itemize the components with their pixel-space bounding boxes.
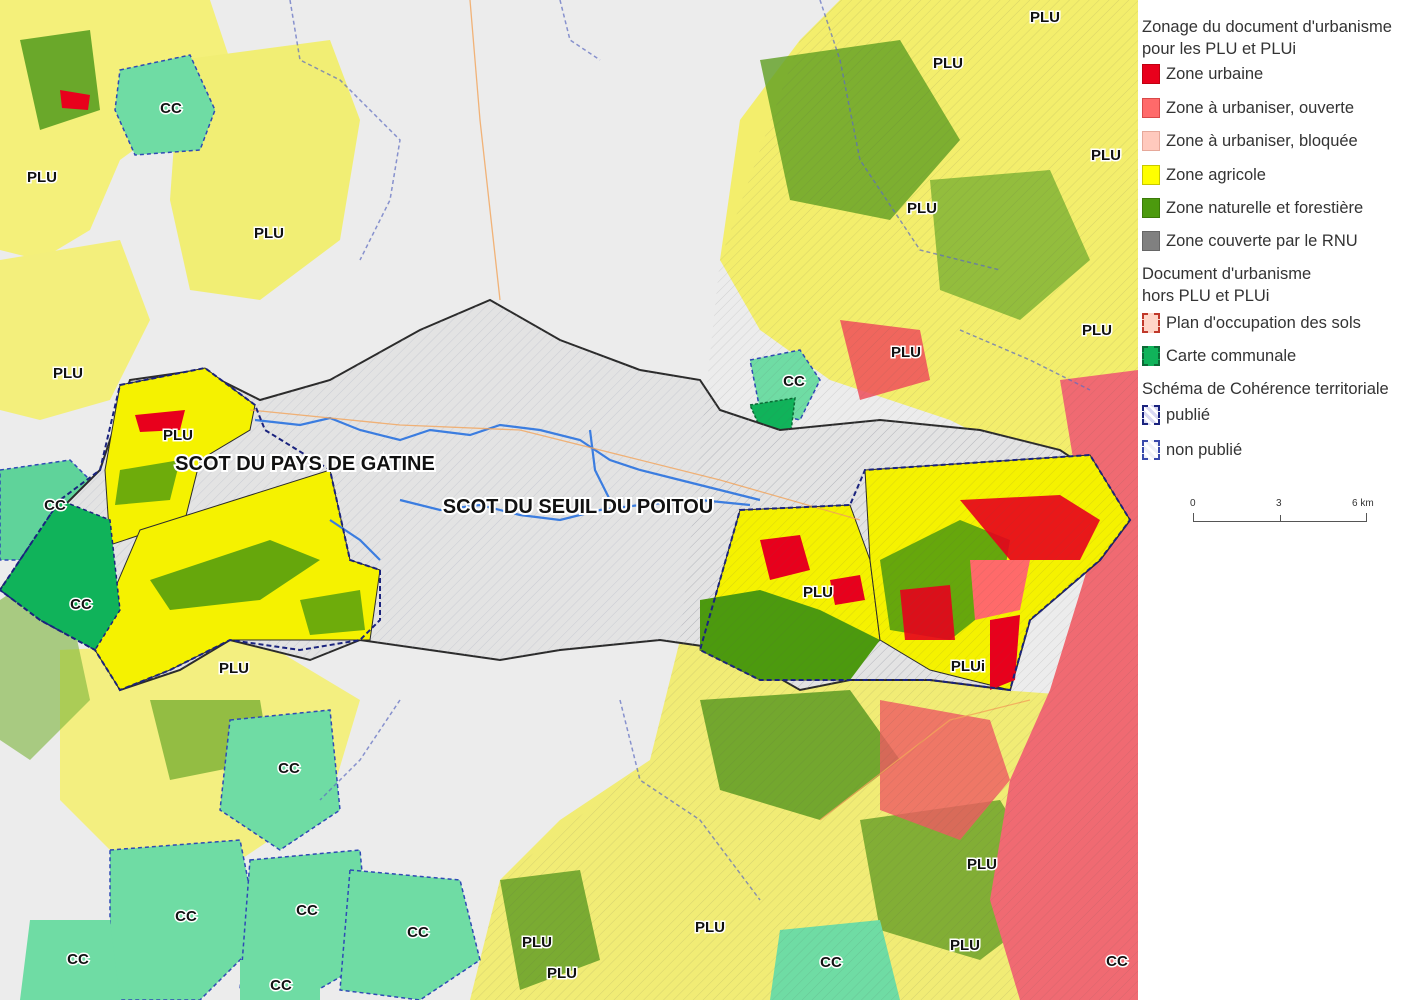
cc-label: CC bbox=[270, 977, 292, 994]
legend-title-scot: Schéma de Cohérence territoriale bbox=[1142, 380, 1389, 398]
plu-label: PLU bbox=[803, 584, 833, 601]
plu-label: PLU bbox=[695, 919, 725, 936]
scot-label-poitou: SCOT DU SEUIL DU POITOU bbox=[443, 496, 713, 518]
plu-label: PLU bbox=[1030, 9, 1060, 26]
plu-label: PLU bbox=[967, 856, 997, 873]
legend-title-docs: Document d'urbanisme hors PLU et PLUi bbox=[1142, 265, 1312, 305]
cc-label: CC bbox=[44, 497, 66, 514]
legend-label: Carte communale bbox=[1166, 346, 1297, 365]
plu-label: PLU bbox=[219, 660, 249, 677]
legend-item-pos: Plan d'occupation des sols bbox=[1142, 312, 1361, 334]
swatch-zone-agricole bbox=[1142, 165, 1160, 185]
legend-label: Plan d'occupation des sols bbox=[1166, 313, 1361, 332]
legend-label: Zone naturelle et forestière bbox=[1166, 198, 1364, 217]
scale-bar bbox=[1193, 513, 1367, 522]
plu-label: PLU bbox=[907, 200, 937, 217]
plu-label: PLU bbox=[522, 934, 552, 951]
legend-item-zone-agricole: Zone agricole bbox=[1142, 164, 1266, 186]
cc-label: CC bbox=[820, 954, 842, 971]
legend-label: Zone urbaine bbox=[1166, 64, 1264, 83]
plu-label: PLU bbox=[933, 55, 963, 72]
legend-item-scot-publie: publié bbox=[1142, 404, 1210, 426]
swatch-scot-publie bbox=[1142, 405, 1160, 425]
plu-label: PLU bbox=[1091, 147, 1121, 164]
scale-bar-mid-tick bbox=[1280, 515, 1281, 521]
legend-label: Zone couverte par le RNU bbox=[1166, 231, 1358, 250]
map-canvas[interactable]: SCOT DU PAYS DE GATINE SCOT DU SEUIL DU … bbox=[0, 0, 1138, 1000]
legend-title-zoning: Zonage du document d'urbanisme pour les … bbox=[1142, 18, 1392, 58]
swatch-carte-communale bbox=[1142, 346, 1160, 366]
legend-label: Zone à urbaniser, ouverte bbox=[1166, 98, 1355, 117]
cc-label: CC bbox=[296, 902, 318, 919]
legend-item-scot-non-publie: non publié bbox=[1142, 439, 1242, 461]
swatch-zone-a-urbaniser-bloquee bbox=[1142, 131, 1160, 151]
plu-label: PLU bbox=[891, 344, 921, 361]
swatch-scot-non-publie bbox=[1142, 440, 1160, 460]
plu-label: PLU bbox=[254, 225, 284, 242]
plu-label: PLU bbox=[27, 169, 57, 186]
legend-item-zone-urbaine: Zone urbaine bbox=[1142, 63, 1263, 85]
scale-label-3: 3 bbox=[1276, 498, 1282, 509]
legend-label: Zone agricole bbox=[1166, 165, 1266, 184]
swatch-zone-a-urbaniser-ouverte bbox=[1142, 98, 1160, 118]
swatch-zone-naturelle bbox=[1142, 198, 1160, 218]
cc-label: CC bbox=[175, 908, 197, 925]
plu-label: PLU bbox=[1082, 322, 1112, 339]
cc-label: CC bbox=[160, 100, 182, 117]
cc-label: CC bbox=[278, 760, 300, 777]
plu-label: PLU bbox=[950, 937, 980, 954]
cc-label: CC bbox=[67, 951, 89, 968]
legend-item-zone-a-urbaniser-bloquee: Zone à urbaniser, bloquée bbox=[1142, 130, 1358, 152]
swatch-zone-rnu bbox=[1142, 231, 1160, 251]
legend-panel: Zonage du document d'urbanisme pour les … bbox=[1138, 0, 1426, 1000]
legend-item-zone-rnu: Zone couverte par le RNU bbox=[1142, 230, 1358, 252]
cc-label: CC bbox=[407, 924, 429, 941]
cc-label: CC bbox=[70, 596, 92, 613]
legend-label: publié bbox=[1166, 405, 1211, 424]
legend-item-carte-communale: Carte communale bbox=[1142, 345, 1296, 367]
swatch-pos bbox=[1142, 313, 1160, 333]
swatch-zone-urbaine bbox=[1142, 64, 1160, 84]
plu-label: PLUi bbox=[951, 658, 985, 675]
legend-item-zone-naturelle: Zone naturelle et forestière bbox=[1142, 197, 1363, 219]
plu-label: PLU bbox=[163, 427, 193, 444]
legend-item-zone-a-urbaniser-ouverte: Zone à urbaniser, ouverte bbox=[1142, 97, 1354, 119]
plu-label: PLU bbox=[53, 365, 83, 382]
scale-label-6km: 6 km bbox=[1352, 498, 1374, 509]
cc-label: CC bbox=[783, 373, 805, 390]
plu-label: PLU bbox=[547, 965, 577, 982]
legend-label: Zone à urbaniser, bloquée bbox=[1166, 131, 1358, 150]
scale-label-0: 0 bbox=[1190, 498, 1196, 509]
legend-label: non publié bbox=[1166, 440, 1243, 459]
cc-label: CC bbox=[1106, 953, 1128, 970]
scot-label-gatine: SCOT DU PAYS DE GATINE bbox=[175, 453, 435, 475]
